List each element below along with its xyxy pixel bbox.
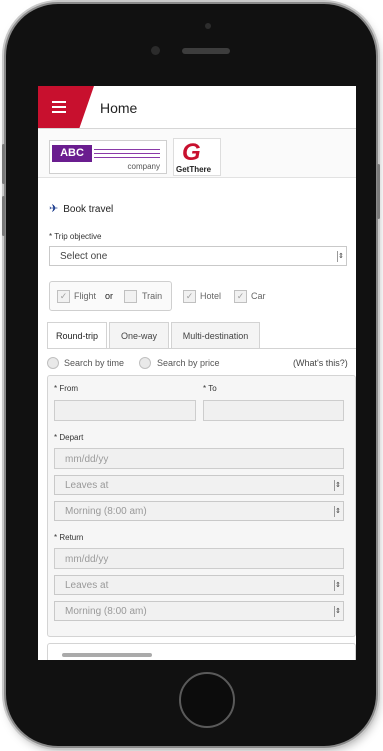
tab-one-way[interactable]: One-way (109, 322, 169, 348)
depart-date-input[interactable]: mm/dd/yy (54, 448, 344, 469)
select-arrow-icon: ⇕ (337, 251, 344, 262)
page-title: Home (100, 100, 138, 116)
front-camera (151, 46, 160, 55)
trip-objective-value: Select one (60, 251, 108, 262)
to-input[interactable] (203, 400, 344, 421)
search-by-time-label: Search by time (64, 358, 125, 368)
return-time-select[interactable]: Morning (8:00 am) ⇕ (54, 601, 344, 621)
tab-divider (47, 348, 356, 349)
flight-label: Flight (74, 291, 97, 301)
abc-logo-lines (94, 149, 160, 161)
getthere-logo-text: GetThere (176, 165, 212, 174)
or-label: or (105, 291, 114, 301)
select-arrow-icon: ⇕ (334, 580, 341, 591)
next-section-card (47, 643, 356, 660)
next-section-text (62, 653, 152, 657)
tab-multi-destination[interactable]: Multi-destination (171, 322, 260, 348)
earpiece-speaker (182, 48, 230, 54)
train-label: Train (142, 291, 163, 301)
volume-down-button (2, 196, 5, 236)
top-bar: Home (38, 86, 356, 129)
app-screen: Home ABC company G GetThere ✈ Book travel… (38, 86, 356, 660)
search-by-time-radio[interactable] (47, 357, 59, 369)
proximity-sensor (205, 23, 211, 29)
depart-leaves-select[interactable]: Leaves at ⇕ (54, 475, 344, 495)
tab-round-trip[interactable]: Round-trip (47, 322, 107, 349)
home-button[interactable] (179, 672, 235, 728)
airplane-icon: ✈ (49, 203, 59, 215)
book-travel-label: Book travel (63, 204, 114, 215)
power-button (377, 164, 380, 219)
return-time-value: Morning (8:00 am) (65, 606, 147, 617)
select-arrow-icon: ⇕ (334, 506, 341, 517)
volume-up-button (2, 144, 5, 184)
flight-checkbox[interactable]: ✓ (57, 290, 70, 303)
hotel-label: Hotel (200, 291, 222, 301)
depart-leaves-value: Leaves at (65, 480, 109, 491)
abc-logo-text: ABC (52, 145, 92, 162)
car-label: Car (251, 291, 266, 301)
select-arrow-icon: ⇕ (334, 480, 341, 491)
trip-objective-label: * Trip objective (49, 232, 102, 241)
depart-time-select[interactable]: Morning (8:00 am) ⇕ (54, 501, 344, 521)
return-leaves-select[interactable]: Leaves at ⇕ (54, 575, 344, 595)
search-by-price-radio[interactable] (139, 357, 151, 369)
train-checkbox[interactable] (124, 290, 137, 303)
depart-time-value: Morning (8:00 am) (65, 506, 147, 517)
return-label: * Return (54, 533, 84, 542)
getthere-logo: G GetThere (173, 138, 221, 176)
hamburger-icon (52, 101, 66, 116)
car-checkbox[interactable]: ✓ (234, 290, 247, 303)
trip-objective-select[interactable]: Select one ⇕ (49, 246, 347, 266)
abc-company-logo: ABC company (49, 140, 167, 174)
getthere-g-icon: G (182, 139, 201, 166)
depart-label: * Depart (54, 433, 84, 442)
select-arrow-icon: ⇕ (334, 606, 341, 617)
flight-train-group: ✓ Flight or Train (49, 281, 172, 311)
search-by-price-label: Search by price (157, 358, 220, 368)
whats-this-link[interactable]: (What's this?) (293, 358, 348, 368)
abc-logo-company: company (127, 162, 160, 171)
logo-bar: ABC company G GetThere (38, 129, 356, 178)
flight-search-panel: * From * To * Depart mm/dd/yy Leaves at … (47, 375, 356, 637)
hotel-checkbox[interactable]: ✓ (183, 290, 196, 303)
from-label: * From (54, 384, 78, 393)
to-label: * To (203, 384, 217, 393)
return-date-input[interactable]: mm/dd/yy (54, 548, 344, 569)
menu-button[interactable] (38, 86, 94, 128)
from-input[interactable] (54, 400, 196, 421)
book-travel-heading: ✈ Book travel (49, 202, 113, 215)
return-leaves-value: Leaves at (65, 580, 109, 591)
